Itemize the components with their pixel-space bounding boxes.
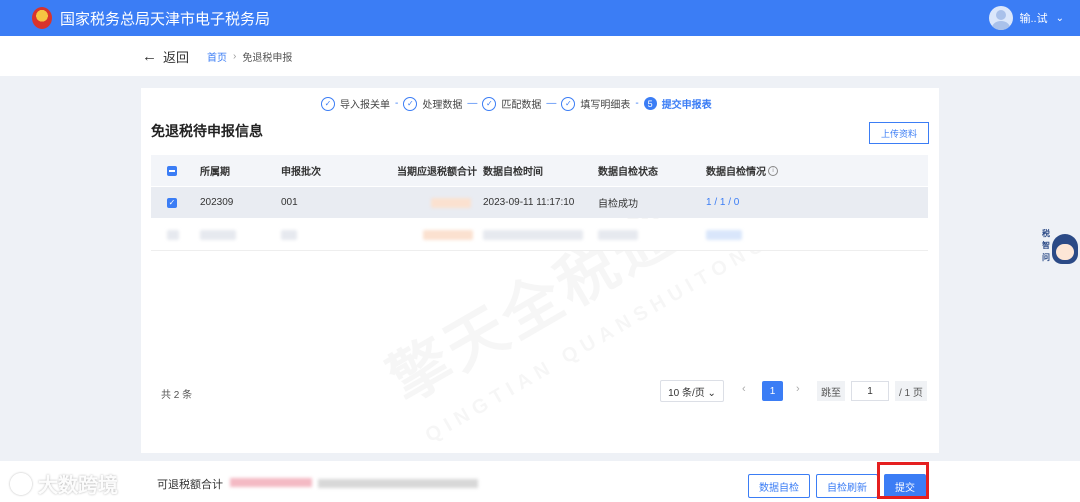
- check-circle-icon: ✓: [482, 96, 497, 111]
- table-row-redacted[interactable]: [151, 219, 928, 251]
- total-count: 共 2 条: [161, 390, 193, 401]
- cell-period: 202309: [200, 197, 234, 208]
- step-import: ✓ 导入报关单: [321, 96, 390, 111]
- step-process: ✓ 处理数据: [403, 96, 462, 111]
- col-header-check-detail-label: 数据自检情况: [706, 167, 766, 178]
- main-panel: 擎天全税通 QINGTIAN QUANSHUITONG ✓ 导入报关单 - ✓ …: [141, 88, 939, 453]
- back-button[interactable]: ← 返回: [142, 47, 189, 66]
- breadcrumb-separator-icon: ›: [233, 50, 237, 62]
- col-header-batch: 申报批次: [281, 167, 321, 178]
- step-label: 提交申报表: [661, 100, 712, 111]
- top-header: 国家税务总局天津市电子税务局 输..试 ⌄: [0, 0, 1080, 36]
- refund-total-label: 可退税额合计: [157, 479, 223, 491]
- col-header-check-status: 数据自检状态: [598, 167, 658, 178]
- cell-amount-redacted: [431, 187, 471, 218]
- back-label[interactable]: 返回: [163, 47, 189, 66]
- redacted-period: [200, 219, 236, 250]
- logo-text: 大数跨境: [38, 475, 118, 497]
- redacted-refund-detail: [318, 479, 478, 488]
- step-connector: —: [467, 98, 478, 109]
- breadcrumb-home[interactable]: 首页: [207, 49, 227, 64]
- step-fill-detail: ✓ 填写明细表: [561, 96, 630, 111]
- redacted-check-time: [483, 219, 583, 250]
- jump-input[interactable]: 1: [851, 381, 889, 401]
- tax-assistant-float[interactable]: 税 智 问: [1040, 228, 1080, 272]
- redacted-amount: [423, 219, 473, 250]
- redacted-refund-amount: [230, 478, 312, 487]
- step-label: 填写明细表: [580, 100, 631, 111]
- avatar[interactable]: [989, 6, 1014, 30]
- step-label: 处理数据: [422, 100, 463, 111]
- jump-label: 跳至: [817, 381, 845, 401]
- select-all-checkbox[interactable]: [167, 155, 177, 186]
- back-arrow-icon[interactable]: ←: [142, 48, 157, 65]
- step-number-icon: 5: [643, 97, 657, 110]
- next-page-icon[interactable]: ›: [796, 383, 800, 395]
- col-header-check-detail: 数据自检情况 i: [706, 155, 778, 186]
- upload-button[interactable]: 上传资料: [869, 122, 929, 144]
- checkbox-checked-icon[interactable]: ✓: [167, 197, 177, 208]
- navigation-bar: ← 返回 首页 › 免退税申报: [0, 36, 1080, 76]
- redacted-batch: [281, 219, 297, 250]
- checkbox-indeterminate-icon[interactable]: [167, 165, 177, 176]
- assistant-avatar-icon[interactable]: [1052, 234, 1078, 264]
- user-name[interactable]: 输..试: [1019, 10, 1047, 26]
- col-header-amount: 当期应退税额合计: [397, 167, 477, 178]
- row-checkbox[interactable]: ✓: [167, 187, 177, 218]
- redacted-check-status: [598, 219, 638, 250]
- table-row[interactable]: ✓ 202309 001 2023-09-11 11:17:10 自检成功 1 …: [151, 187, 928, 218]
- cell-check-detail-link[interactable]: 1 / 1 / 0: [706, 187, 739, 218]
- step-connector: -: [395, 98, 399, 109]
- step-submit: 5 提交申报表: [643, 96, 712, 111]
- chevron-down-icon[interactable]: ⌄: [1056, 13, 1064, 24]
- cell-check-time: 2023-09-11 11:17:10: [483, 197, 575, 208]
- row-checkbox-redacted[interactable]: [167, 219, 179, 250]
- redacted-check-detail: [706, 219, 742, 250]
- step-match: ✓ 匹配数据: [482, 96, 541, 111]
- page-total: / 1 页: [895, 381, 927, 401]
- table-header: 所属期 申报批次 当期应退税额合计 数据自检时间 数据自检状态 数据自检情况 i: [151, 155, 928, 186]
- breadcrumb-current: 免退税申报: [242, 52, 293, 64]
- cell-check-status: 自检成功: [598, 199, 638, 210]
- page-jump: 跳至 1 / 1 页: [817, 381, 927, 401]
- logo-ring-icon: [10, 472, 32, 495]
- redacted-amount: [431, 197, 471, 208]
- cell-batch: 001: [281, 197, 298, 208]
- step-label: 导入报关单: [340, 100, 390, 111]
- progress-steps: ✓ 导入报关单 - ✓ 处理数据 — ✓ 匹配数据 — ✓ 填写明细表 - 5 …: [321, 96, 712, 111]
- info-icon[interactable]: i: [768, 165, 778, 176]
- self-check-button[interactable]: 数据自检: [748, 474, 810, 498]
- check-circle-icon: ✓: [561, 96, 576, 111]
- step-connector: -: [635, 98, 639, 109]
- step-label: 匹配数据: [501, 100, 542, 111]
- col-header-period: 所属期: [200, 167, 230, 178]
- col-header-check-time: 数据自检时间: [483, 167, 543, 178]
- refresh-check-button[interactable]: 自检刷新: [816, 474, 878, 498]
- check-circle-icon: ✓: [403, 96, 418, 111]
- step-connector: —: [546, 98, 557, 109]
- page-1-button[interactable]: 1: [762, 381, 783, 401]
- page-title: 免退税待申报信息: [151, 123, 263, 139]
- user-menu[interactable]: 输..试 ⌄: [989, 6, 1064, 30]
- site-title: 国家税务总局天津市电子税务局: [60, 10, 271, 28]
- prev-page-icon[interactable]: ‹: [742, 383, 746, 395]
- check-circle-icon: ✓: [321, 96, 335, 111]
- submit-highlight-box: [877, 462, 929, 499]
- footer-logo: 大数跨境: [10, 469, 118, 498]
- page-size-select[interactable]: 10 条/页 ⌄: [660, 380, 724, 402]
- tax-emblem-icon: [32, 7, 52, 29]
